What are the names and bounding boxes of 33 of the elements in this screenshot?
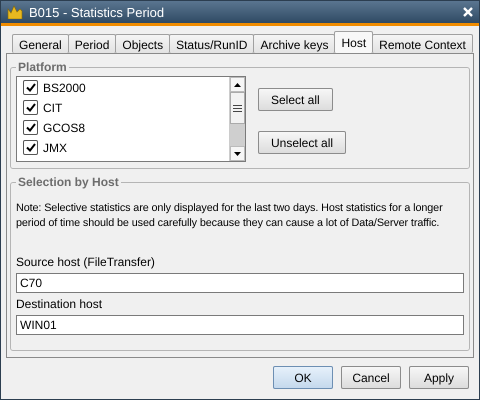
tab[interactable]: General bbox=[12, 34, 69, 53]
close-icon[interactable] bbox=[463, 7, 473, 17]
scroll-thumb[interactable] bbox=[230, 92, 245, 124]
tab[interactable]: Archive keys bbox=[253, 34, 336, 53]
window-title: B015 - Statistics Period bbox=[29, 4, 166, 20]
field-label: Destination host bbox=[16, 297, 104, 311]
scroll-up-icon[interactable] bbox=[230, 77, 245, 92]
list-item-label[interactable]: GCOS8 bbox=[43, 120, 86, 134]
checkbox[interactable] bbox=[23, 140, 38, 155]
group-title: Platform bbox=[17, 60, 68, 74]
field-label: Source host (FileTransfer) bbox=[16, 255, 156, 269]
checkbox[interactable] bbox=[23, 120, 38, 135]
tab[interactable]: Status/RunID bbox=[169, 34, 254, 53]
checkbox[interactable] bbox=[23, 100, 38, 115]
scroll-down-icon[interactable] bbox=[230, 146, 245, 161]
tab[interactable]: Host bbox=[334, 31, 374, 53]
note-text: Note: Selective statistics are only displayed for the last two days. Host statistics for a longer period of time should be used carefully because they can cause a lot of Data/Server traffic. bbox=[16, 201, 444, 231]
tab[interactable]: Period bbox=[68, 34, 116, 53]
checkbox[interactable] bbox=[23, 80, 38, 95]
list-item-label[interactable]: JMX bbox=[43, 140, 67, 154]
dialog-button[interactable]: Cancel bbox=[341, 366, 401, 389]
group-title: Selection by Host bbox=[17, 175, 120, 189]
select-button[interactable]: Unselect all bbox=[258, 131, 346, 154]
select-button[interactable]: Select all bbox=[258, 88, 333, 111]
dialog-button[interactable]: OK bbox=[273, 366, 333, 389]
list-item-label[interactable]: CIT bbox=[43, 100, 62, 114]
tab[interactable]: Objects bbox=[115, 34, 170, 53]
dialog-button[interactable]: Apply bbox=[409, 366, 469, 389]
tab[interactable]: Remote Context bbox=[372, 34, 473, 53]
chart-icon bbox=[7, 5, 23, 19]
list-item-label[interactable]: BS2000 bbox=[43, 80, 86, 94]
input-field[interactable]: WIN01 bbox=[16, 315, 464, 335]
input-field[interactable]: C70 bbox=[16, 273, 464, 293]
